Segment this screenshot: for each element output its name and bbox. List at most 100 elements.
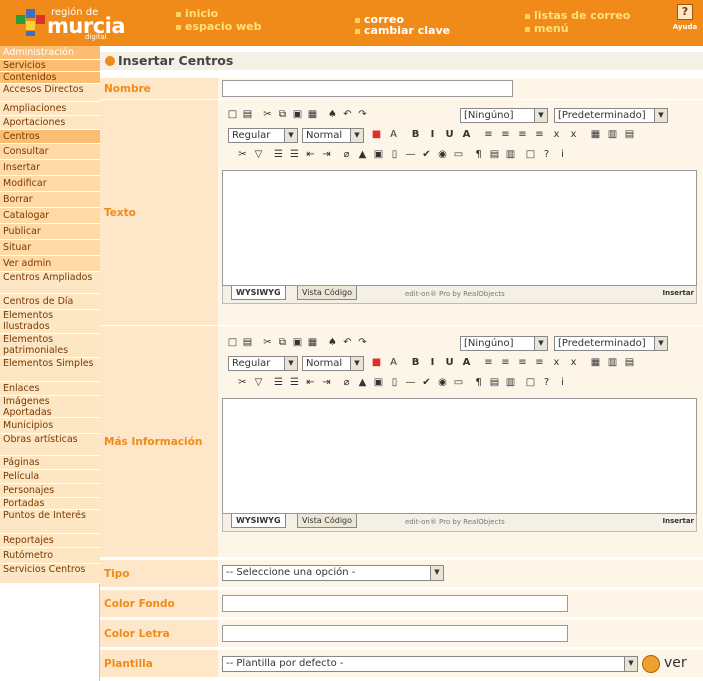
sidebar-item[interactable]: Elementos Simples [0, 358, 100, 382]
font-color-icon[interactable]: A [387, 128, 400, 141]
superscript-icon[interactable]: x [567, 356, 580, 369]
color-letra-input[interactable] [222, 625, 568, 642]
open-icon[interactable]: ▤ [241, 336, 254, 349]
info-icon[interactable]: i [556, 376, 569, 389]
code-view-tab[interactable]: Vista Código [297, 514, 358, 528]
style-select[interactable]: Regular ▼ [228, 128, 298, 143]
align-right-icon[interactable]: ≡ [516, 356, 529, 369]
ver-icon[interactable] [642, 655, 660, 673]
plantilla-select[interactable]: -- Plantilla por defecto - ▼ [222, 656, 638, 672]
table-props-icon[interactable]: ▥ [606, 356, 619, 369]
font-color-icon[interactable]: A [387, 356, 400, 369]
italic-icon[interactable]: I [426, 356, 439, 369]
size-select[interactable]: Normal ▼ [302, 128, 364, 143]
window-icon[interactable]: □ [524, 376, 537, 389]
redo-icon[interactable]: ↷ [356, 108, 369, 121]
rule-icon[interactable]: — [404, 148, 417, 161]
indent-icon[interactable]: ⇥ [320, 148, 333, 161]
media-icon[interactable]: ▣ [372, 376, 385, 389]
italic-icon[interactable]: I [426, 128, 439, 141]
justify-icon[interactable]: ≡ [533, 356, 546, 369]
text-color-icon[interactable]: A [460, 128, 473, 141]
nav-inicio[interactable]: inicio [176, 7, 218, 20]
find-icon[interactable]: ♠ [326, 108, 339, 121]
sidebar-item[interactable]: Centros [0, 130, 100, 144]
paste-icon[interactable]: ▣ [291, 108, 304, 121]
sidebar-item[interactable]: Servicios [0, 60, 100, 72]
sidebar-item[interactable]: Contenidos [0, 72, 100, 84]
style-select[interactable]: Regular ▼ [228, 356, 298, 371]
align-left-icon[interactable]: ≡ [482, 356, 495, 369]
properties-icon[interactable]: ▤ [488, 376, 501, 389]
code-view-tab[interactable]: Vista Código [297, 286, 358, 300]
wysiwyg-tab[interactable]: WYSIWYG [231, 514, 286, 528]
superscript-icon[interactable]: x [567, 128, 580, 141]
sidebar-item[interactable]: Obras artísticas [0, 434, 100, 456]
sidebar-item[interactable]: Situar [0, 240, 100, 256]
sidebar-item[interactable]: Centros de Día [0, 294, 100, 310]
outdent-icon[interactable]: ⇤ [304, 148, 317, 161]
unordered-list-icon[interactable]: ☰ [288, 376, 301, 389]
sidebar-item[interactable]: Elementos patrimoniales [0, 334, 100, 358]
format-select[interactable]: [Ningúno] ▼ [460, 336, 548, 351]
sidebar-item[interactable]: Ampliaciones [0, 102, 100, 116]
table-icon[interactable]: ▦ [589, 128, 602, 141]
sidebar-item[interactable]: Consultar [0, 144, 100, 160]
object-icon[interactable]: ◉ [436, 376, 449, 389]
align-left-icon[interactable]: ≡ [482, 128, 495, 141]
paste-text-icon[interactable]: ▦ [306, 108, 319, 121]
new-icon[interactable]: □ [226, 108, 239, 121]
size-select[interactable]: Normal ▼ [302, 356, 364, 371]
ordered-list-icon[interactable]: ☰ [272, 376, 285, 389]
outdent-icon[interactable]: ⇤ [304, 376, 317, 389]
font-select[interactable]: [Predeterminado] ▼ [554, 108, 668, 123]
editor-text-area[interactable] [222, 170, 697, 286]
sidebar-item[interactable]: Administración [0, 46, 100, 60]
spell-icon[interactable]: ✔ [420, 148, 433, 161]
link-icon[interactable]: ⌀ [340, 376, 353, 389]
media-icon[interactable]: ▣ [372, 148, 385, 161]
underline-icon[interactable]: U [443, 356, 456, 369]
special-icon[interactable]: ▥ [504, 148, 517, 161]
sidebar-item[interactable]: Catalogar [0, 208, 100, 224]
sidebar-item[interactable]: Publicar [0, 224, 100, 240]
align-center-icon[interactable]: ≡ [499, 128, 512, 141]
font-select[interactable]: [Predeterminado] ▼ [554, 336, 668, 351]
rule-icon[interactable]: — [404, 376, 417, 389]
sidebar-item[interactable]: Enlaces [0, 382, 100, 396]
sidebar-item[interactable]: Accesos Directos [0, 84, 100, 102]
nav-listas-correo[interactable]: listas de correo [525, 9, 630, 22]
unordered-list-icon[interactable]: ☰ [288, 148, 301, 161]
paragraph-icon[interactable]: ¶ [472, 148, 485, 161]
redo-icon[interactable]: ↷ [356, 336, 369, 349]
scissors-icon[interactable]: ✂ [236, 148, 249, 161]
copy-icon[interactable]: ⧉ [276, 336, 289, 349]
table-grid-icon[interactable]: ▤ [623, 128, 636, 141]
paragraph-icon[interactable]: ¶ [472, 376, 485, 389]
justify-icon[interactable]: ≡ [533, 128, 546, 141]
cut-icon[interactable]: ✂ [261, 336, 274, 349]
paste-icon[interactable]: ▣ [291, 336, 304, 349]
sidebar-item[interactable]: Servicios Centros [0, 564, 100, 584]
table-grid-icon[interactable]: ▤ [623, 356, 636, 369]
sidebar-item[interactable]: Reportajes [0, 534, 100, 548]
undo-icon[interactable]: ↶ [341, 336, 354, 349]
window-icon[interactable]: □ [524, 148, 537, 161]
sidebar-item[interactable]: Imágenes Aportadas [0, 396, 100, 418]
sidebar-item[interactable]: Rutómetro [0, 548, 100, 564]
align-center-icon[interactable]: ≡ [499, 356, 512, 369]
symbol-icon[interactable]: ▯ [388, 376, 401, 389]
table-icon[interactable]: ▦ [589, 356, 602, 369]
bold-icon[interactable]: B [409, 128, 422, 141]
filter-icon[interactable]: ▽ [252, 148, 265, 161]
nav-cambiar-clave[interactable]: cambiar clave [355, 24, 450, 37]
ordered-list-icon[interactable]: ☰ [272, 148, 285, 161]
editor-insert-button[interactable]: Insertar [663, 517, 694, 525]
scissors-icon[interactable]: ✂ [236, 376, 249, 389]
sidebar-item[interactable]: Película [0, 470, 100, 484]
align-right-icon[interactable]: ≡ [516, 128, 529, 141]
form-icon[interactable]: ▭ [452, 148, 465, 161]
open-icon[interactable]: ▤ [241, 108, 254, 121]
indent-icon[interactable]: ⇥ [320, 376, 333, 389]
help-button[interactable]: ? Ayuda [672, 4, 698, 40]
